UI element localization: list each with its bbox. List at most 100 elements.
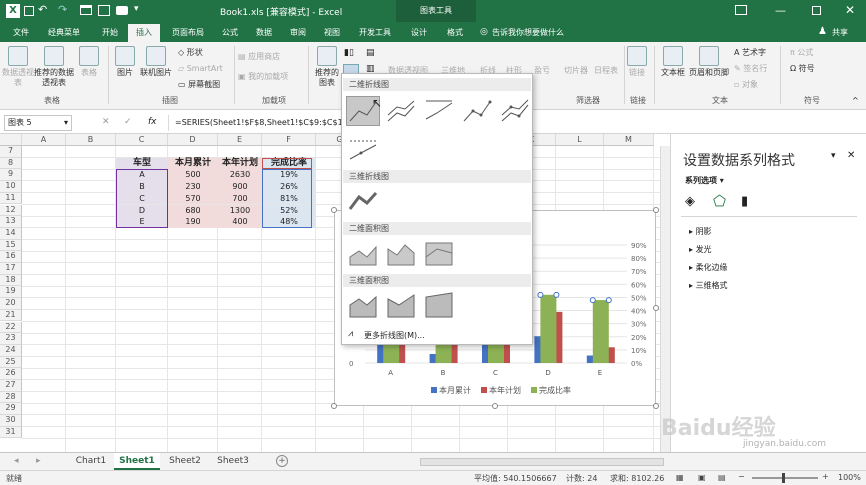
horizontal-scrollbar[interactable] — [420, 458, 664, 466]
tab-formulas[interactable]: 公式 — [214, 24, 246, 42]
row-header[interactable]: 23 — [0, 333, 22, 345]
customize-qat-icon[interactable]: ▾ — [134, 4, 139, 14]
chart-resize-handle[interactable] — [331, 403, 337, 409]
equation-button[interactable]: π 公式 — [790, 48, 830, 58]
select-all-corner[interactable] — [0, 134, 22, 146]
minimize-icon[interactable]: — — [775, 4, 786, 17]
row-header[interactable]: 18 — [0, 274, 22, 287]
zoom-in-icon[interactable]: + — [822, 472, 829, 481]
row-header[interactable]: 17 — [0, 263, 22, 275]
table-button[interactable]: 表格 — [76, 46, 102, 78]
collapse-ribbon-icon[interactable]: ^ — [852, 96, 859, 105]
row-header[interactable]: 8 — [0, 157, 22, 170]
section-shadow[interactable]: ▸ 阴影 — [689, 226, 712, 237]
sparkline-winloss-button[interactable]: 盈亏 — [532, 66, 552, 76]
zoom-slider-thumb[interactable] — [782, 473, 785, 483]
name-box[interactable]: 图表 5 ▾ — [4, 115, 72, 131]
chart-resize-handle[interactable] — [653, 403, 659, 409]
row-header[interactable]: 26 — [0, 368, 22, 380]
table-cell[interactable]: 900 — [218, 181, 262, 193]
scroll-left-icon[interactable]: ◂ — [14, 456, 19, 466]
column-header[interactable]: C — [116, 134, 168, 146]
print-icon[interactable] — [98, 5, 110, 16]
scroll-right-icon[interactable]: ▸ — [36, 456, 41, 466]
effects-icon[interactable]: ⬠ — [713, 192, 726, 210]
row-header[interactable]: 13 — [0, 216, 22, 228]
timeline-button[interactable]: 日程表 — [592, 66, 620, 76]
table-cell[interactable]: 500 — [168, 169, 218, 182]
tab-data[interactable]: 数据 — [248, 24, 280, 42]
normal-view-icon[interactable]: ▦ — [676, 473, 684, 482]
table-cell[interactable]: 700 — [218, 192, 262, 205]
row-header[interactable]: 22 — [0, 321, 22, 334]
row-header[interactable]: 12 — [0, 204, 22, 217]
link-button[interactable]: 链接 — [626, 46, 648, 78]
row-header[interactable]: 29 — [0, 403, 22, 416]
section-glow[interactable]: ▸ 发光 — [689, 244, 712, 255]
tell-me-box[interactable]: 告诉我你想要做什么 — [492, 27, 564, 38]
row-header[interactable]: 31 — [0, 426, 22, 439]
insert-function-button[interactable]: fx — [148, 117, 157, 127]
chart-resize-handle[interactable] — [653, 207, 659, 213]
row-header[interactable]: 9 — [0, 169, 22, 182]
column-chart-icon[interactable]: ▮▯ — [344, 48, 354, 58]
column-header[interactable]: B — [66, 134, 116, 146]
ribbon-display-icon[interactable] — [735, 5, 747, 15]
row-header[interactable]: 27 — [0, 380, 22, 392]
chart-resize-handle[interactable] — [653, 305, 659, 311]
stacked-line-option-icon[interactable] — [384, 96, 418, 126]
sheet-tab-sheet2[interactable]: Sheet2 — [162, 453, 208, 470]
tab-file[interactable]: 文件 — [4, 24, 38, 42]
pivot-table-button[interactable]: 数据透视表 — [2, 46, 34, 88]
more-line-charts-link[interactable]: 更多折线图(M)... — [364, 330, 425, 341]
tab-classic-menu[interactable]: 经典菜单 — [40, 24, 88, 42]
sheet-tab-chart1[interactable]: Chart1 — [70, 453, 112, 470]
online-picture-button[interactable]: 联机图片 — [138, 46, 174, 78]
page-layout-icon[interactable]: ▣ — [698, 473, 706, 482]
row-header[interactable]: 19 — [0, 286, 22, 299]
area-option-icon[interactable] — [346, 238, 380, 268]
vertical-scrollbar[interactable] — [660, 146, 670, 452]
table-header-cell[interactable]: 本年计划 — [218, 157, 262, 170]
chart-resize-handle[interactable] — [331, 207, 337, 213]
recommended-chart-button[interactable]: 推荐的图表 — [312, 46, 342, 88]
3d-area-option-icon[interactable] — [346, 290, 380, 320]
zoom-out-icon[interactable]: − — [738, 472, 745, 481]
pane-close-icon[interactable]: ✕ — [847, 150, 855, 161]
undo-icon[interactable]: ↶ — [38, 3, 47, 16]
restore-icon[interactable] — [812, 6, 821, 15]
column-header[interactable]: A — [22, 134, 66, 146]
chart-resize-handle[interactable] — [492, 403, 498, 409]
row-header[interactable]: 14 — [0, 227, 22, 240]
header-footer-button[interactable]: 页眉和页脚 — [688, 46, 730, 78]
tab-home[interactable]: 开始 — [92, 24, 128, 42]
sheet-tab-sheet1[interactable]: Sheet1 — [114, 453, 160, 470]
slicer-button[interactable]: 切片器 — [562, 66, 590, 76]
column-header[interactable]: F — [262, 134, 316, 146]
column-header[interactable]: E — [218, 134, 262, 146]
row-header[interactable]: 24 — [0, 344, 22, 357]
symbol-button[interactable]: Ω 符号 — [790, 64, 830, 74]
series-options-dropdown[interactable]: 系列选项 ▾ — [685, 175, 724, 186]
table-cell[interactable]: 230 — [168, 181, 218, 193]
zoom-slider[interactable] — [752, 477, 818, 479]
column-header[interactable]: M — [604, 134, 654, 146]
save-icon[interactable] — [24, 6, 34, 16]
shapes-button[interactable]: ◇ 形状 — [178, 48, 218, 58]
store-button[interactable]: ▤ 应用商店 — [238, 52, 298, 62]
textbox-button[interactable]: 文本框 — [658, 46, 688, 78]
hierarchy-chart-icon[interactable]: ▤ — [366, 48, 375, 58]
tab-design[interactable]: 设计 — [402, 24, 436, 42]
confirm-entry-icon[interactable]: ✓ — [124, 117, 132, 127]
percent-markers-option-icon[interactable] — [346, 136, 380, 166]
wordart-button[interactable]: A 艺术字 — [734, 48, 776, 58]
section-3d-format[interactable]: ▸ 三维格式 — [689, 280, 728, 291]
row-header[interactable]: 7 — [0, 146, 22, 158]
open-icon[interactable] — [80, 5, 92, 15]
table-header-cell[interactable]: 本月累计 — [168, 157, 218, 170]
percent-area-option-icon[interactable] — [422, 238, 456, 268]
row-header[interactable]: 15 — [0, 239, 22, 252]
share-button[interactable]: 共享 — [832, 27, 848, 38]
table-cell[interactable]: 400 — [218, 216, 262, 228]
row-header[interactable]: 25 — [0, 356, 22, 369]
